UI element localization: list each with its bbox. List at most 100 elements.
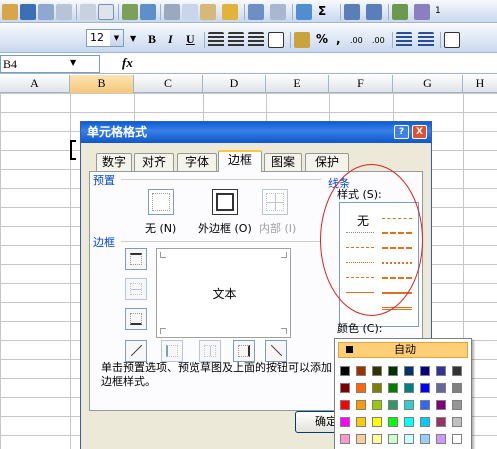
chevron-down-icon[interactable]: ▼ — [130, 30, 136, 48]
color-swatch[interactable] — [388, 383, 398, 393]
border-top-button[interactable] — [125, 248, 147, 270]
color-swatch[interactable] — [372, 417, 382, 427]
preset-outline-button[interactable] — [212, 189, 238, 215]
color-swatch[interactable] — [420, 434, 430, 444]
preset-none-button[interactable] — [148, 189, 174, 215]
border-center-button[interactable] — [199, 340, 221, 362]
color-swatch[interactable] — [340, 366, 350, 376]
border-right-button[interactable] — [233, 340, 255, 362]
preset-inside-button[interactable] — [262, 189, 288, 215]
color-swatch[interactable] — [340, 434, 350, 444]
color-swatch[interactable] — [436, 400, 446, 410]
currency-icon[interactable] — [294, 32, 310, 48]
color-swatch[interactable] — [372, 434, 382, 444]
border-diagonal-down-button[interactable] — [265, 340, 287, 362]
color-swatch[interactable] — [340, 400, 350, 410]
decrease-indent-icon[interactable] — [396, 32, 412, 48]
color-swatch[interactable] — [372, 383, 382, 393]
tab-protection[interactable]: 保护 — [305, 153, 349, 171]
cut-icon[interactable] — [164, 4, 180, 20]
print-preview-icon[interactable] — [98, 4, 114, 20]
color-swatch[interactable] — [420, 417, 430, 427]
permission-icon[interactable] — [38, 4, 54, 20]
color-swatch[interactable] — [388, 400, 398, 410]
color-swatch[interactable] — [356, 366, 366, 376]
chart-wizard-icon[interactable] — [392, 4, 408, 20]
print-icon[interactable] — [80, 4, 96, 20]
align-right-icon[interactable] — [248, 32, 264, 48]
column-header[interactable]: G — [393, 75, 463, 93]
palette-auto-option[interactable]: 自动 — [338, 342, 468, 358]
color-swatch[interactable] — [404, 383, 414, 393]
color-swatch[interactable] — [420, 366, 430, 376]
column-header[interactable]: E — [266, 75, 329, 93]
tab-number[interactable]: 数字 — [96, 153, 132, 171]
italic-button[interactable]: I — [168, 30, 173, 48]
column-header[interactable]: A — [0, 75, 70, 93]
email-icon[interactable] — [56, 4, 72, 20]
sort-ascending-icon[interactable] — [344, 4, 360, 20]
underline-button[interactable]: U — [186, 30, 195, 48]
color-swatch[interactable] — [388, 434, 398, 444]
border-middle-button[interactable] — [125, 278, 147, 300]
close-button[interactable]: X — [412, 125, 427, 139]
color-swatch[interactable] — [452, 434, 462, 444]
merge-center-icon[interactable] — [268, 32, 284, 48]
name-box[interactable]: B4 — [0, 55, 100, 73]
color-swatch[interactable] — [452, 383, 462, 393]
color-swatch[interactable] — [436, 417, 446, 427]
color-swatch[interactable] — [404, 417, 414, 427]
color-swatch[interactable] — [356, 417, 366, 427]
color-swatch[interactable] — [420, 383, 430, 393]
align-left-icon[interactable] — [208, 32, 224, 48]
research-icon[interactable] — [140, 4, 156, 20]
decrease-decimal-button[interactable]: .00 — [372, 32, 385, 50]
column-header[interactable]: B — [70, 75, 134, 93]
format-painter-icon[interactable] — [222, 4, 238, 20]
color-swatch[interactable] — [372, 366, 382, 376]
color-swatch[interactable] — [436, 434, 446, 444]
tab-font[interactable]: 字体 — [177, 153, 217, 171]
color-swatch[interactable] — [340, 417, 350, 427]
color-swatch[interactable] — [452, 366, 462, 376]
color-swatch[interactable] — [420, 400, 430, 410]
tab-border[interactable]: 边框 — [218, 150, 262, 172]
zoom-text[interactable]: 1 — [435, 2, 441, 20]
column-header[interactable]: H — [463, 75, 497, 93]
chevron-down-icon[interactable]: ▼ — [70, 58, 76, 67]
color-swatch[interactable] — [436, 383, 446, 393]
active-cell[interactable] — [70, 140, 76, 160]
comma-button[interactable]: , — [336, 30, 341, 48]
help-button[interactable]: ? — [394, 125, 409, 139]
save-icon[interactable] — [20, 4, 36, 20]
color-swatch[interactable] — [404, 400, 414, 410]
increase-decimal-button[interactable]: .00 — [350, 32, 363, 50]
copy-icon[interactable] — [182, 4, 198, 20]
color-swatch[interactable] — [452, 417, 462, 427]
color-swatch[interactable] — [356, 383, 366, 393]
percent-button[interactable]: % — [316, 30, 328, 48]
border-preview[interactable]: 文本 — [156, 248, 291, 338]
tab-patterns[interactable]: 图案 — [264, 153, 302, 171]
open-icon[interactable] — [2, 4, 18, 20]
color-swatch[interactable] — [372, 400, 382, 410]
border-left-button[interactable] — [161, 340, 183, 362]
spelling-icon[interactable] — [122, 4, 138, 20]
font-size-combo[interactable]: 12 ▼ — [86, 29, 124, 47]
color-swatch[interactable] — [404, 366, 414, 376]
increase-indent-icon[interactable] — [418, 32, 434, 48]
hyperlink-icon[interactable] — [296, 4, 312, 20]
color-swatch[interactable] — [356, 434, 366, 444]
chevron-down-icon[interactable]: ▼ — [110, 30, 123, 46]
color-swatch[interactable] — [436, 366, 446, 376]
redo-icon[interactable] — [270, 4, 286, 20]
dialog-titlebar[interactable]: 单元格格式 ? X — [81, 122, 431, 143]
tab-alignment[interactable]: 对齐 — [134, 153, 174, 171]
color-swatch[interactable] — [356, 400, 366, 410]
column-header[interactable]: D — [203, 75, 266, 93]
color-swatch[interactable] — [452, 400, 462, 410]
column-header[interactable]: F — [329, 75, 393, 93]
borders-icon[interactable] — [444, 32, 460, 48]
border-diagonal-up-button[interactable] — [125, 340, 147, 362]
color-swatch[interactable] — [404, 434, 414, 444]
